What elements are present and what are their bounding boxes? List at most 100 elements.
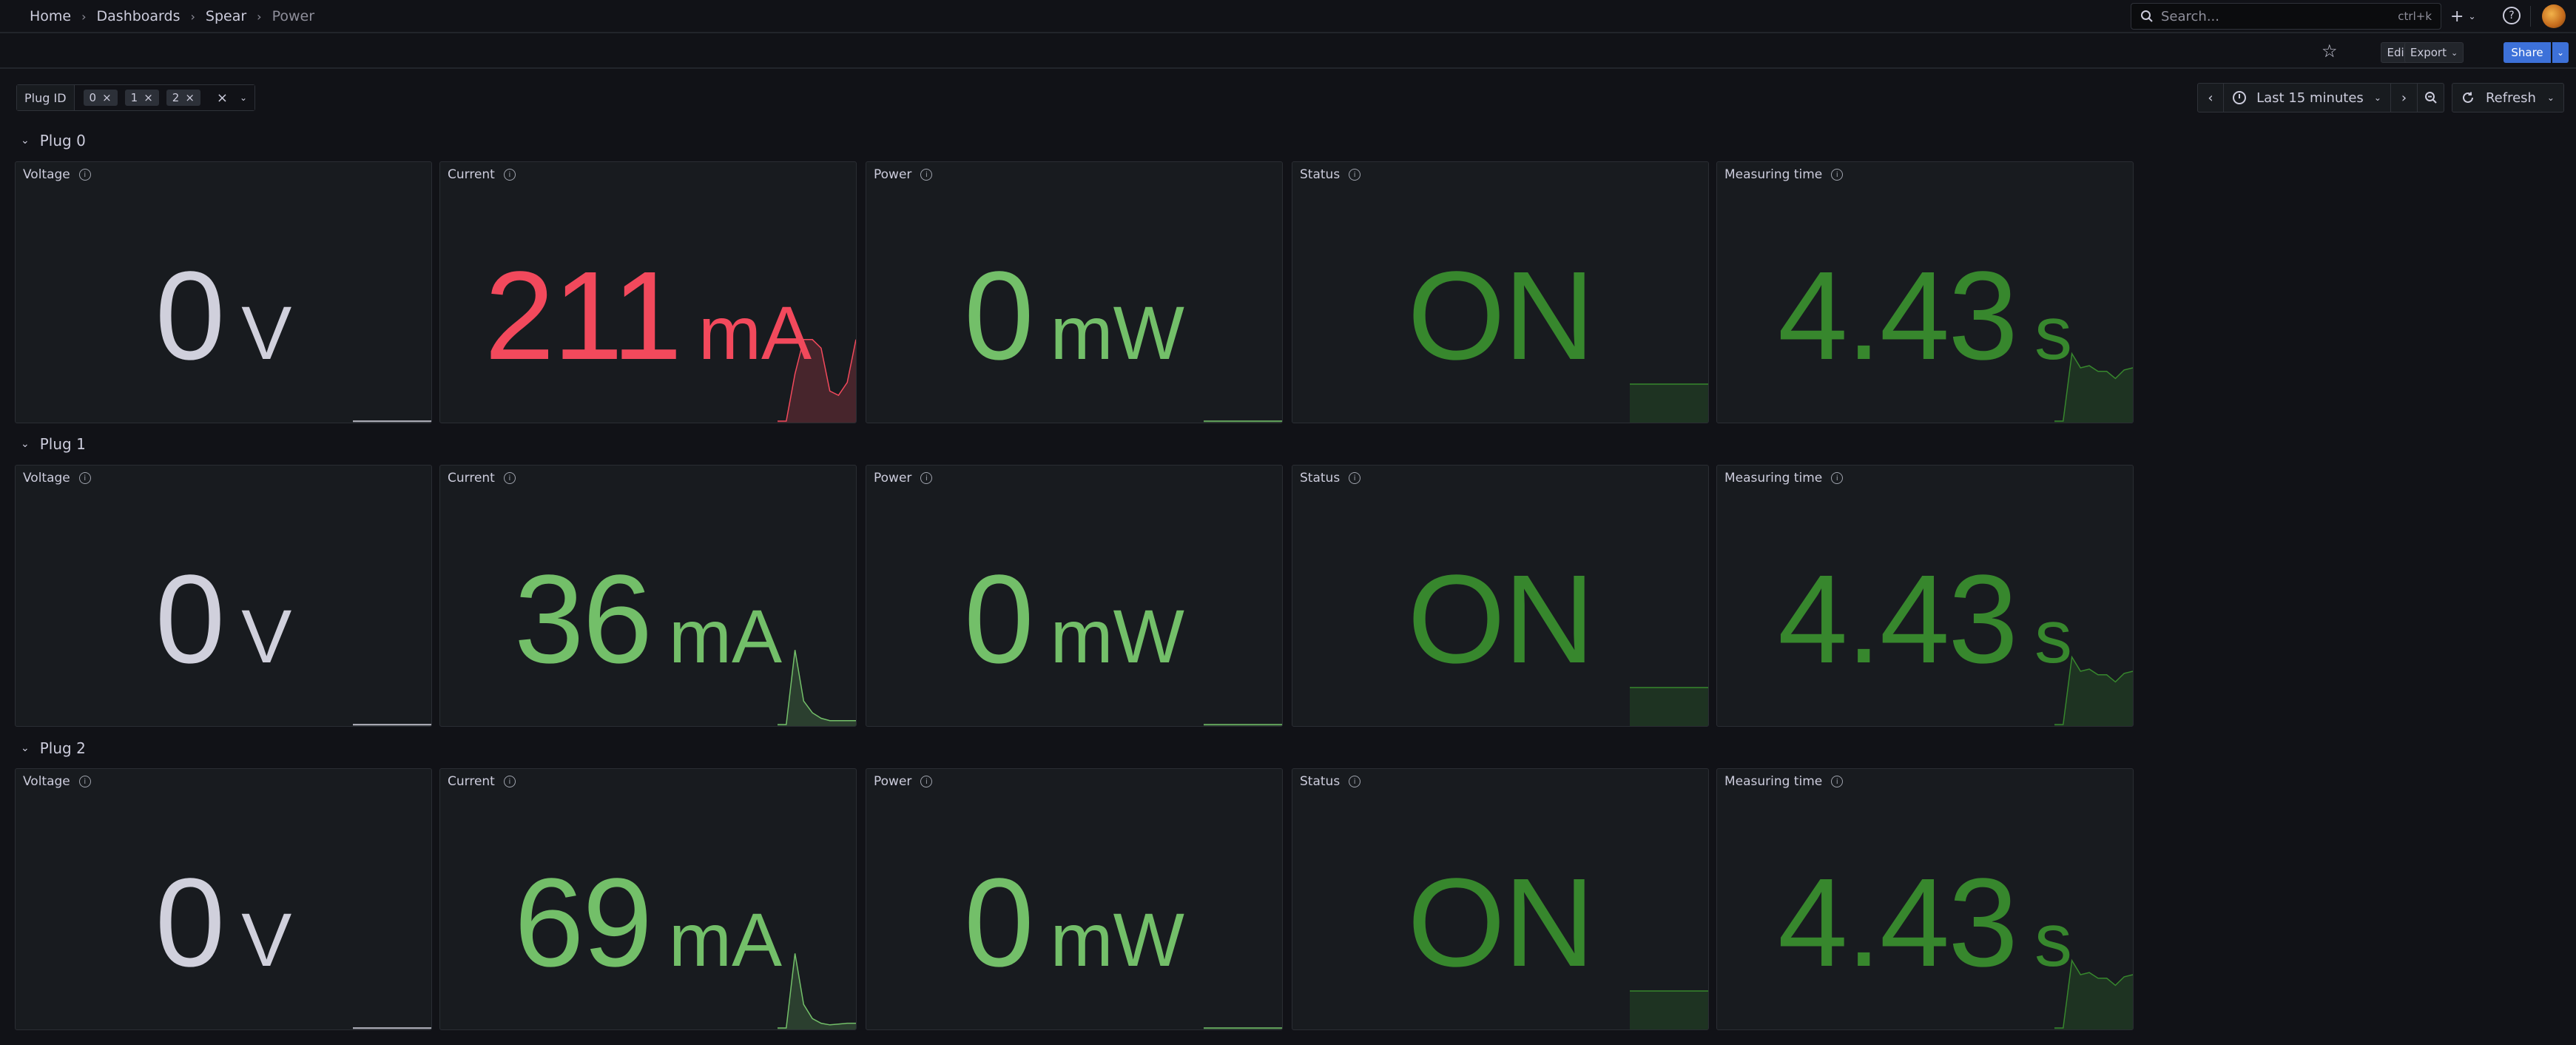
panel-title-text: Current [448,471,495,485]
stat-number: 36 [513,549,653,690]
stat-number: ON [1407,246,1595,386]
panel-title: Power i [874,773,933,790]
sparkline [1630,990,1708,1029]
stat-unit: mW [1050,898,1184,982]
info-icon[interactable]: i [1831,169,1844,181]
sparkline-area [778,650,856,726]
star-icon[interactable]: ☆ [2322,41,2338,61]
share-menu-caret-icon[interactable]: ⌄ [2552,42,2569,63]
chevron-right-icon: › [81,9,87,24]
row-title: Plug 2 [39,739,86,757]
panel-title-text: Power [874,774,912,789]
remove-icon[interactable]: × [185,91,195,104]
search-input[interactable]: Search... ctrl+k [2131,3,2441,30]
panel-current[interactable]: Current i 36 mA [439,465,857,727]
variable-value-picker[interactable]: 0 × 1 × 2 × × ⌄ [74,85,255,110]
info-icon[interactable]: i [78,169,91,181]
breadcrumb-folder[interactable]: Spear [206,8,246,24]
breadcrumb-home[interactable]: Home [30,8,71,24]
panel-title-text: Measuring time [1724,471,1823,485]
variable-chip[interactable]: 2 × [166,90,200,106]
stat-value: ON [1292,547,1708,690]
avatar[interactable] [2542,4,2566,28]
help-icon[interactable]: ? [2503,7,2521,24]
info-icon[interactable]: i [920,169,933,181]
panel-voltage[interactable]: Voltage i 0V [15,465,432,727]
panel-title: Measuring time i [1724,773,1844,790]
panel-status[interactable]: Status i ON [1292,465,1709,727]
share-button[interactable]: Share [2503,42,2551,63]
time-shift-back-button[interactable]: ‹ [2197,83,2224,112]
info-icon[interactable]: i [1831,472,1844,484]
info-icon[interactable]: i [503,472,516,484]
sparkline-area [2054,960,2133,1029]
time-shift-forward-button[interactable]: › [2391,83,2418,112]
refresh-label: Refresh [2485,90,2536,106]
panel-power[interactable]: Power i 0 mW [866,161,1283,423]
stat-unit: mA [669,594,783,679]
chevron-down-icon[interactable]: ⌄ [240,93,247,103]
export-label: Export [2410,46,2447,59]
variable-chip[interactable]: 0 × [83,90,118,106]
chevron-down-icon: ⌄ [21,135,30,147]
export-button[interactable]: Export ⌄ [2404,42,2464,63]
panel-current[interactable]: Current i 211 mA [439,161,857,423]
info-icon[interactable]: i [920,472,933,484]
remove-icon[interactable]: × [102,91,112,104]
panel-measuring-time[interactable]: Measuring time i 4.43 s [1716,465,2134,727]
chip-label: 0 [89,91,97,104]
info-icon[interactable]: i [78,776,91,787]
panel-power[interactable]: Power i 0 mW [866,768,1283,1030]
stat-value: ON [1292,243,1708,386]
panel-measuring-time[interactable]: Measuring time i 4.43 s [1716,768,2134,1030]
clear-icon[interactable]: × [217,90,228,106]
stat-value: 0V [16,547,431,690]
remove-icon[interactable]: × [144,91,153,104]
chevron-right-icon: › [2401,90,2407,106]
info-icon[interactable]: i [920,776,933,787]
row-header-plug-1[interactable]: ⌄ Plug 1 [21,433,86,455]
chip-label: 2 [172,91,180,104]
info-icon[interactable]: i [1349,169,1361,181]
stat-number: 4.43 [1778,853,2018,993]
info-icon[interactable]: i [78,472,91,484]
sparkline [1204,724,1282,726]
variable-chip[interactable]: 1 × [124,90,159,106]
panel-current[interactable]: Current i 69 mA [439,768,857,1030]
chevron-down-icon: ⌄ [21,742,30,754]
stat-unit: mW [1050,594,1184,679]
refresh-button[interactable]: Refresh ⌄ [2452,83,2564,112]
top-nav: Home › Dashboards › Spear › Power Search… [0,0,2576,33]
new-menu-button[interactable]: + ⌄ [2450,6,2476,27]
stat-number: 0 [964,853,1034,993]
panel-voltage[interactable]: Voltage i 0V [15,768,432,1030]
zoom-out-button[interactable] [2418,83,2444,112]
panel-voltage[interactable]: Voltage i 0V [15,161,432,423]
stat-unit: V [241,594,292,679]
panel-status[interactable]: Status i ON [1292,768,1709,1030]
row-title: Plug 0 [39,132,86,149]
info-icon[interactable]: i [503,169,516,181]
panel-measuring-time[interactable]: Measuring time i 4.43 s [1716,161,2134,423]
time-range-picker[interactable]: Last 15 minutes ⌄ [2224,83,2391,112]
info-icon[interactable]: i [1349,776,1361,787]
time-controls: ‹ Last 15 minutes ⌄ › Refresh ⌄ [2197,83,2564,112]
breadcrumb-dashboards[interactable]: Dashboards [97,8,181,24]
panel-title-text: Power [874,471,912,485]
panel-title-text: Status [1300,167,1341,182]
info-icon[interactable]: i [503,776,516,787]
chip-label: 1 [130,91,138,104]
sparkline [353,420,431,423]
panel-title: Voltage i [23,773,91,790]
row-header-plug-2[interactable]: ⌄ Plug 2 [21,737,86,759]
plug-id-variable: Plug ID 0 × 1 × 2 × × ⌄ [16,84,256,111]
panel-title: Status i [1300,167,1361,183]
panel-title: Power i [874,470,933,486]
panel-status[interactable]: Status i ON [1292,161,1709,423]
info-icon[interactable]: i [1349,472,1361,484]
sparkline [2054,958,2133,1029]
row-header-plug-0[interactable]: ⌄ Plug 0 [21,130,86,152]
info-icon[interactable]: i [1831,776,1844,787]
search-icon [2141,10,2153,22]
panel-power[interactable]: Power i 0 mW [866,465,1283,727]
